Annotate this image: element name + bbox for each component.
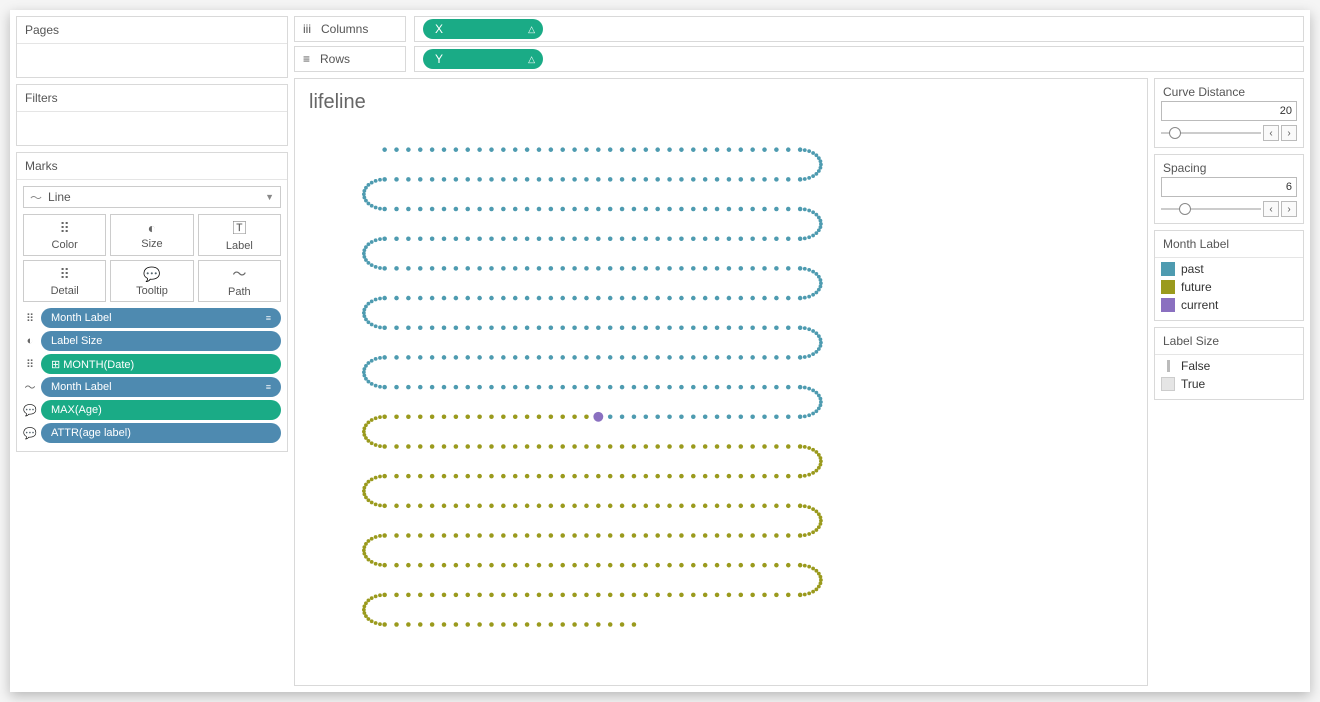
curve-distance-next[interactable]: ›: [1281, 125, 1297, 141]
curve-distance-label: Curve Distance: [1155, 79, 1303, 101]
tooltip-icon: 💬: [23, 427, 37, 440]
spacing-prev[interactable]: ‹: [1263, 201, 1279, 217]
marks-pill[interactable]: Month Label ≡: [41, 377, 281, 397]
spacing-input[interactable]: [1161, 177, 1297, 197]
pill-row: ⠿ ⊞ MONTH(Date): [23, 354, 281, 374]
viz-svg: [307, 120, 1135, 674]
size-legend-item[interactable]: False: [1161, 359, 1297, 373]
pill-row: 〜 Month Label ≡: [23, 377, 281, 397]
legend-item[interactable]: future: [1161, 280, 1297, 294]
spacing-next[interactable]: ›: [1281, 201, 1297, 217]
tableau-worksheet: Pages Filters Marks 〜 Line ▼ ⠿Color ◐Siz…: [10, 10, 1310, 692]
curve-distance-input[interactable]: [1161, 101, 1297, 121]
size-label: True: [1181, 377, 1205, 391]
pages-shelf[interactable]: Pages: [16, 16, 288, 78]
tooltip-icon: 💬: [143, 266, 160, 283]
viz-title: lifeline: [309, 91, 1135, 114]
filters-title: Filters: [17, 85, 287, 112]
legend-item[interactable]: current: [1161, 298, 1297, 312]
pill-label: MAX(Age): [51, 404, 102, 416]
visualization-canvas[interactable]: lifeline: [294, 78, 1148, 686]
marks-card: Marks 〜 Line ▼ ⠿Color ◐Size 🅃Label ⠿Deta…: [16, 152, 288, 452]
label-icon: 🅃: [232, 218, 246, 238]
path-icon: 〜: [23, 379, 37, 395]
pill-label: Month Label: [51, 312, 112, 324]
size-label: False: [1181, 359, 1210, 373]
columns-icon: iii: [303, 22, 311, 36]
pages-title: Pages: [17, 17, 287, 44]
top-shelves: iii Columns X ≡ Rows Y: [294, 16, 1304, 72]
rows-shelf-label: ≡ Rows: [294, 46, 406, 72]
rows-icon: ≡: [303, 52, 310, 66]
label-size-legend: Label Size False True: [1154, 327, 1304, 400]
size-legend-title: Label Size: [1155, 328, 1303, 355]
size-swatch: [1167, 360, 1170, 372]
curve-distance-prev[interactable]: ‹: [1263, 125, 1279, 141]
left-sidebar: Pages Filters Marks 〜 Line ▼ ⠿Color ◐Siz…: [16, 16, 288, 686]
curve-distance-slider[interactable]: [1161, 126, 1261, 140]
line-icon: 〜: [30, 189, 42, 206]
pill-row: ◐ Label Size: [23, 331, 281, 351]
pill-row: 💬 ATTR(age label): [23, 423, 281, 443]
label-button[interactable]: 🅃Label: [198, 214, 281, 256]
sort-icon: ≡: [266, 313, 271, 323]
legend-label: future: [1181, 280, 1212, 294]
right-sidebar: Curve Distance ‹ › Spacing ‹ › Month Lab…: [1154, 78, 1304, 686]
size-legend-body: False True: [1155, 355, 1303, 399]
rows-field-pill[interactable]: Y: [423, 49, 543, 69]
filters-shelf[interactable]: Filters: [16, 84, 288, 146]
detail-icon: ⠿: [23, 358, 37, 371]
size-legend-item[interactable]: True: [1161, 377, 1297, 391]
marks-pill[interactable]: Month Label ≡: [41, 308, 281, 328]
rows-shelf[interactable]: Y: [414, 46, 1304, 72]
sort-icon: ≡: [266, 382, 271, 392]
pill-label: Month Label: [51, 381, 112, 393]
legend-label: past: [1181, 262, 1204, 276]
marks-pill[interactable]: Label Size: [41, 331, 281, 351]
size-swatch: [1161, 377, 1175, 391]
pill-label: Label Size: [51, 335, 102, 347]
chevron-down-icon: ▼: [265, 192, 274, 202]
pill-row: ⠿ Month Label ≡: [23, 308, 281, 328]
spacing-slider[interactable]: [1161, 202, 1261, 216]
marks-pill[interactable]: MAX(Age): [41, 400, 281, 420]
detail-button[interactable]: ⠿Detail: [23, 260, 106, 302]
marks-pill[interactable]: ATTR(age label): [41, 423, 281, 443]
marks-type-value: Line: [48, 190, 71, 204]
spacing-label: Spacing: [1155, 155, 1303, 177]
tooltip-icon: 💬: [23, 404, 37, 417]
columns-shelf[interactable]: X: [414, 16, 1304, 42]
size-icon: ◐: [23, 335, 37, 347]
month-label-legend: Month Label past future current: [1154, 230, 1304, 321]
tooltip-button[interactable]: 💬Tooltip: [110, 260, 193, 302]
marks-pill[interactable]: ⊞ MONTH(Date): [41, 354, 281, 374]
detail-icon: ⠿: [60, 266, 70, 283]
legend-swatch: [1161, 280, 1175, 294]
pill-row: 💬 MAX(Age): [23, 400, 281, 420]
path-button[interactable]: 〜Path: [198, 260, 281, 302]
marks-button-grid: ⠿Color ◐Size 🅃Label ⠿Detail 💬Tooltip 〜Pa…: [17, 214, 287, 308]
pill-label: ATTR(age label): [51, 427, 131, 439]
marks-pill-list: ⠿Month Label≡◐Label Size⠿⊞ MONTH(Date)〜M…: [17, 308, 287, 451]
legend-label: current: [1181, 298, 1218, 312]
legend-item[interactable]: past: [1161, 262, 1297, 276]
color-icon: ⠿: [23, 312, 37, 325]
marks-title: Marks: [17, 153, 287, 180]
month-legend-body: past future current: [1155, 258, 1303, 320]
columns-field-pill[interactable]: X: [423, 19, 543, 39]
curve-distance-card: Curve Distance ‹ ›: [1154, 78, 1304, 148]
legend-swatch: [1161, 298, 1175, 312]
color-icon: ⠿: [60, 220, 70, 237]
size-icon: ◐: [148, 220, 156, 236]
columns-shelf-label: iii Columns: [294, 16, 406, 42]
month-legend-title: Month Label: [1155, 231, 1303, 258]
marks-type-dropdown[interactable]: 〜 Line ▼: [23, 186, 281, 208]
legend-swatch: [1161, 262, 1175, 276]
color-button[interactable]: ⠿Color: [23, 214, 106, 256]
path-icon: 〜: [232, 264, 246, 284]
spacing-card: Spacing ‹ ›: [1154, 154, 1304, 224]
size-button[interactable]: ◐Size: [110, 214, 193, 256]
pill-label: ⊞ MONTH(Date): [51, 358, 134, 371]
